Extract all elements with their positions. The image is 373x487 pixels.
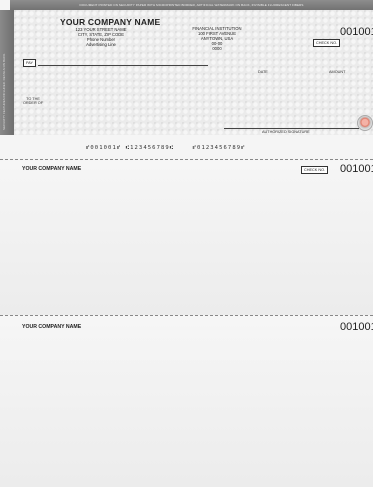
- pay-label: PAY: [23, 59, 37, 67]
- to-the-order-of-label: TO THE ORDER OF: [22, 97, 44, 106]
- bank-block: FINANCIAL INSTITUTION 100 FIRST AVENUE A…: [182, 26, 252, 51]
- signature-line: [224, 128, 359, 129]
- check-sheet: DOCUMENT PRINTED ON SECURITY PAPER WITH …: [0, 0, 373, 487]
- security-banner: DOCUMENT PRINTED ON SECURITY PAPER WITH …: [10, 0, 373, 10]
- pay-line: [38, 65, 208, 66]
- micr-account: ⑈0123456789⑈: [192, 145, 246, 151]
- amount-label: AMOUNT: [329, 70, 346, 74]
- left-security-strip: SECURITY FEATURES INCLUDED. DETAILS ON B…: [0, 10, 14, 135]
- bank-routing-2: 0000: [212, 46, 222, 51]
- micr-routing: ⑆123456789⑆: [125, 145, 175, 151]
- company-name: YOUR COMPANY NAME: [60, 17, 161, 27]
- check-no-label: CHECK NO.: [313, 39, 341, 47]
- date-label: DATE: [258, 70, 268, 74]
- company-ad-line: Advertising Line: [86, 42, 116, 47]
- check-number: 001001: [340, 26, 373, 38]
- company-address: 123 YOUR STREET NAME CITY, STATE, ZIP CO…: [51, 27, 151, 47]
- stub-section-1: YOUR COMPANY NAME CHECK NO. 001001: [0, 160, 373, 315]
- micr-check-number: ⑈001001⑈: [86, 145, 122, 151]
- stub1-company-name: YOUR COMPANY NAME: [22, 166, 82, 172]
- stub2-check-number: 001001: [340, 321, 373, 333]
- micr-line: ⑈001001⑈ ⑆123456789⑆ ⑈0123456789⑈: [86, 145, 246, 151]
- left-security-text: SECURITY FEATURES INCLUDED. DETAILS ON B…: [2, 52, 6, 130]
- stub2-company-name: YOUR COMPANY NAME: [22, 324, 82, 330]
- stub-section-2: YOUR COMPANY NAME 001001: [0, 316, 373, 487]
- stub1-check-no-label: CHECK NO.: [301, 166, 329, 174]
- check-face: YOUR COMPANY NAME 123 YOUR STREET NAME C…: [14, 10, 373, 135]
- signature-label: AUTHORIZED SIGNATURE: [262, 130, 310, 134]
- security-seal-icon: [357, 115, 373, 131]
- stub1-check-number: 001001: [340, 163, 373, 175]
